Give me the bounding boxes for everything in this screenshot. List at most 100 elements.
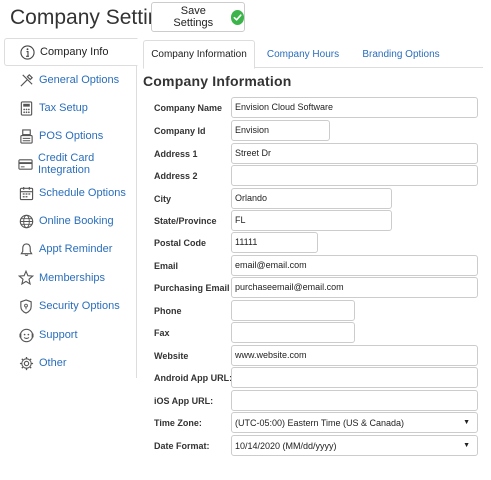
- shield-icon: [18, 298, 34, 314]
- android-app-url-row: Android App URL:: [143, 367, 483, 389]
- ios-app-url-label: iOS App URL:: [154, 396, 214, 406]
- sidebar-item-label: Security Options: [39, 300, 120, 312]
- tab-branding-options[interactable]: Branding Options: [351, 40, 451, 68]
- phone-label: Phone: [154, 306, 182, 316]
- state-label: State/Province: [154, 216, 217, 226]
- tab-company-hours[interactable]: Company Hours: [255, 40, 351, 68]
- company-name-label: Company Name: [154, 103, 223, 113]
- sidebar-item-label: Memberships: [39, 272, 106, 284]
- address1-row: Address 1 Street Dr: [143, 143, 483, 165]
- sidebar-item-label: Company Info: [40, 46, 109, 58]
- email-field[interactable]: email@email.com: [231, 255, 478, 276]
- time-zone-row: Time Zone: (UTC-05:00) Eastern Time (US …: [143, 412, 483, 434]
- settings-sidebar: Company Info General Options Tax Setup P…: [4, 38, 138, 378]
- save-settings-button[interactable]: Save Settings: [151, 2, 245, 32]
- ios-app-url-field[interactable]: [231, 390, 478, 411]
- sidebar-item-other[interactable]: Other: [4, 351, 137, 375]
- sidebar-item-label: POS Options: [39, 130, 104, 142]
- support-icon: [18, 327, 34, 343]
- company-id-field[interactable]: Envision: [231, 120, 330, 141]
- fax-label: Fax: [154, 328, 170, 338]
- company-id-label: Company Id: [154, 126, 206, 136]
- check-circle-icon: [230, 9, 244, 25]
- tools-icon: [18, 72, 34, 88]
- address1-label: Address 1: [154, 149, 198, 159]
- address2-label: Address 2: [154, 171, 198, 181]
- fax-row: Fax: [143, 322, 483, 344]
- time-zone-select[interactable]: (UTC-05:00) Eastern Time (US & Canada) ▼: [231, 412, 478, 433]
- sidebar-item-label: Credit Card Integration: [38, 152, 95, 176]
- sidebar-item-general-options[interactable]: General Options: [4, 68, 137, 92]
- fax-field[interactable]: [231, 322, 355, 343]
- website-field[interactable]: www.website.com: [231, 345, 478, 366]
- sidebar-item-appt-reminder[interactable]: Appt Reminder: [4, 237, 137, 261]
- sidebar-item-tax-setup[interactable]: Tax Setup: [4, 96, 137, 120]
- tab-label: Company Information: [151, 49, 247, 60]
- dropdown-arrow-icon: ▼: [463, 442, 470, 449]
- calendar-icon: [18, 185, 34, 201]
- save-settings-label: Save Settings: [173, 5, 214, 29]
- sidebar-item-security-options[interactable]: Security Options: [4, 294, 137, 318]
- sidebar-item-memberships[interactable]: Memberships: [4, 266, 137, 290]
- state-field[interactable]: FL: [231, 210, 392, 231]
- credit-card-icon: [18, 156, 33, 172]
- android-app-url-field[interactable]: [231, 367, 478, 388]
- address1-field[interactable]: Street Dr: [231, 143, 478, 164]
- calculator-icon: [18, 100, 34, 116]
- sidebar-item-label: General Options: [39, 74, 120, 86]
- time-zone-value: (UTC-05:00) Eastern Time (US & Canada): [235, 417, 405, 428]
- email-row: Email email@email.com: [143, 255, 483, 277]
- purchasing-email-field[interactable]: purchaseemail@email.com: [231, 277, 478, 298]
- email-label: Email: [154, 261, 179, 271]
- register-icon: [18, 128, 34, 144]
- city-label: City: [154, 194, 172, 204]
- globe-icon: [18, 213, 34, 229]
- sidebar-item-support[interactable]: Support: [4, 323, 137, 347]
- info-icon: [19, 44, 35, 60]
- tab-company-information[interactable]: Company Information: [143, 40, 255, 69]
- date-format-select[interactable]: 10/14/2020 (MM/dd/yyyy) ▼: [231, 435, 478, 456]
- phone-row: Phone: [143, 300, 483, 322]
- sidebar-item-label: Tax Setup: [39, 102, 88, 114]
- sidebar-item-label: Other: [39, 357, 67, 369]
- android-app-url-label: Android App URL:: [154, 373, 233, 383]
- sidebar-item-online-booking[interactable]: Online Booking: [4, 209, 137, 233]
- date-format-value: 10/14/2020 (MM/dd/yyyy): [235, 440, 337, 451]
- date-format-label: Date Format:: [154, 441, 210, 451]
- address2-field[interactable]: [231, 165, 478, 186]
- purchasing-email-row: Purchasing Email purchaseemail@email.com: [143, 277, 483, 299]
- tab-label: Company Hours: [266, 48, 340, 60]
- ios-app-url-row: iOS App URL:: [143, 390, 483, 412]
- company-name-row: Company Name Envision Cloud Software: [143, 97, 483, 119]
- sidebar-item-label: Schedule Options: [39, 187, 126, 199]
- state-row: State/Province FL: [143, 210, 483, 232]
- company-id-row: Company Id Envision: [143, 120, 483, 142]
- company-name-field[interactable]: Envision Cloud Software: [231, 97, 478, 118]
- time-zone-label: Time Zone:: [154, 418, 202, 428]
- sidebar-item-pos-options[interactable]: POS Options: [4, 124, 137, 148]
- section-title: Company Information: [143, 73, 292, 89]
- city-field[interactable]: Orlando: [231, 188, 392, 209]
- date-format-row: Date Format: 10/14/2020 (MM/dd/yyyy) ▼: [143, 435, 483, 457]
- gear-icon: [18, 355, 34, 371]
- sidebar-item-company-info[interactable]: Company Info: [4, 38, 138, 66]
- dropdown-arrow-icon: ▼: [463, 419, 470, 426]
- postal-code-row: Postal Code 11111: [143, 232, 483, 254]
- address2-row: Address 2: [143, 165, 483, 187]
- tab-label: Branding Options: [362, 48, 440, 60]
- website-label: Website: [154, 351, 189, 361]
- postal-code-field[interactable]: 11111: [231, 232, 318, 253]
- phone-field[interactable]: [231, 300, 355, 321]
- bell-icon: [18, 241, 34, 257]
- sidebar-item-schedule-options[interactable]: Schedule Options: [4, 181, 137, 205]
- sidebar-item-label: Support: [39, 329, 78, 341]
- settings-tabs: Company Information Company Hours Brandi…: [143, 40, 483, 69]
- star-icon: [18, 270, 34, 286]
- purchasing-email-label: Purchasing Email: [154, 283, 230, 293]
- postal-code-label: Postal Code: [154, 238, 207, 248]
- sidebar-item-label: Online Booking: [39, 215, 114, 227]
- sidebar-item-credit-card-integration[interactable]: Credit Card Integration: [4, 152, 137, 176]
- website-row: Website www.website.com: [143, 345, 483, 367]
- sidebar-item-label: Appt Reminder: [39, 243, 113, 255]
- city-row: City Orlando: [143, 188, 483, 210]
